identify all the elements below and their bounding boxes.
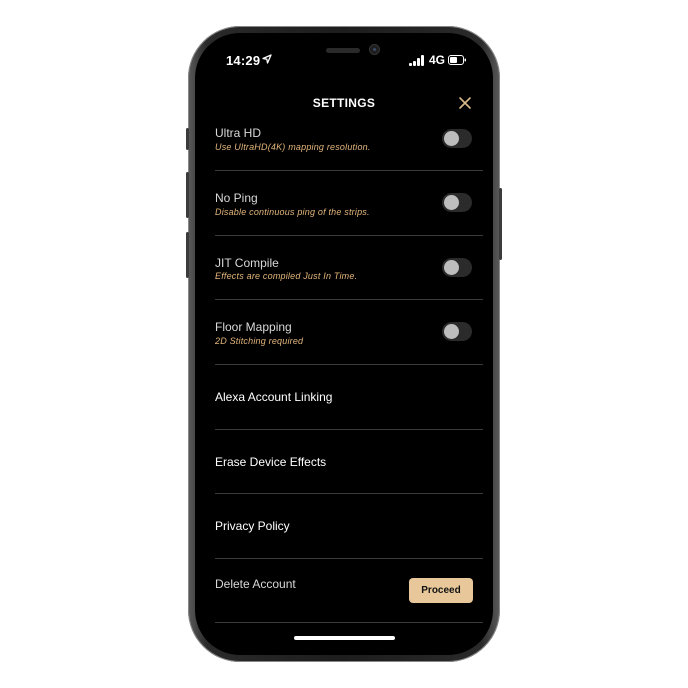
ultra-hd-toggle[interactable] [442,129,472,148]
proceed-button[interactable]: Proceed [409,578,473,603]
cellular-signal-icon [409,55,425,66]
row-title: Delete Account [215,577,296,591]
row-description: Use UltraHD(4K) mapping resolution. [215,142,371,152]
close-icon[interactable] [458,96,472,110]
home-indicator[interactable] [294,636,395,640]
power-button [499,188,502,260]
toggle-knob [444,131,459,146]
floor-mapping-toggle[interactable] [442,322,472,341]
status-time: 14:29 [226,53,261,68]
settings-row-ultra-hd: Ultra HD Use UltraHD(4K) mapping resolut… [215,121,483,171]
location-arrow-icon [262,54,272,64]
row-description: 2D Stitching required [215,336,304,346]
earpiece-speaker [326,48,360,53]
row-title: No Ping [215,191,258,205]
row-title: Privacy Policy [215,519,290,533]
row-title: Erase Device Effects [215,455,327,469]
front-camera [369,44,380,55]
volume-up-button [186,172,189,218]
phone-screen: 14:29 4G SETTINGS Ultra HD Use UltraHD(4… [195,33,493,655]
row-title: Alexa Account Linking [215,390,333,404]
settings-row-delete-account: Delete Account Proceed [215,559,483,623]
settings-row-alexa-account-linking[interactable]: Alexa Account Linking [215,365,483,430]
toggle-knob [444,195,459,210]
no-ping-toggle[interactable] [442,193,472,212]
jit-compile-toggle[interactable] [442,258,472,277]
row-title: Floor Mapping [215,320,292,334]
toggle-knob [444,260,459,275]
settings-row-no-ping: No Ping Disable continuous ping of the s… [215,171,483,236]
settings-row-floor-mapping: Floor Mapping 2D Stitching required [215,300,483,365]
battery-icon [448,55,466,65]
row-title: Ultra HD [215,126,262,140]
row-description: Effects are compiled Just In Time. [215,271,358,281]
row-description: Disable continuous ping of the strips. [215,207,370,217]
settings-row-jit-compile: JIT Compile Effects are compiled Just In… [215,236,483,300]
silent-switch [186,128,189,150]
toggle-knob [444,324,459,339]
settings-row-privacy-policy[interactable]: Privacy Policy [215,494,483,559]
row-title: JIT Compile [215,256,279,270]
network-type: 4G [429,53,446,67]
page-title: SETTINGS [312,96,376,110]
settings-row-erase-device-effects[interactable]: Erase Device Effects [215,430,483,494]
volume-down-button [186,232,189,278]
